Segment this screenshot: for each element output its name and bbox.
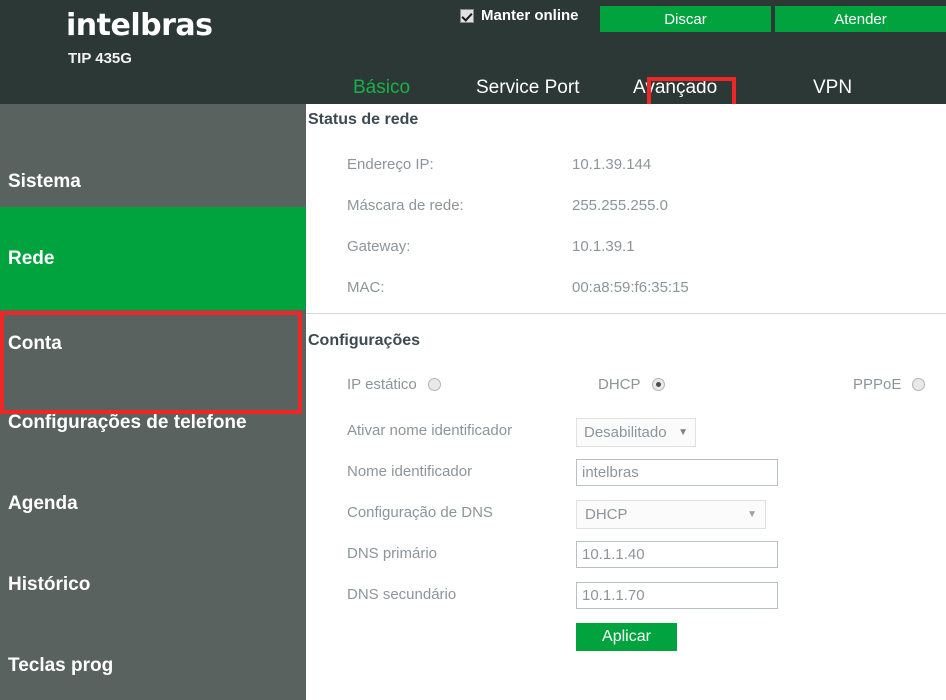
configuracao-de-dns-select[interactable]: DHCP ▼ (576, 500, 766, 529)
top-controls: Manter online Discar Atender (455, 0, 946, 36)
keep-online-label: Manter online (481, 7, 579, 24)
dns-primario-input[interactable] (576, 541, 778, 568)
section-divider (306, 313, 946, 314)
field-row-nome-identificador: Nome identificador (306, 459, 946, 487)
status-row-mac: MAC: 00:a8:59:f6:35:15 (306, 279, 946, 299)
status-value: 10.1.39.144 (572, 156, 652, 173)
radio-label: IP estático (347, 376, 417, 393)
sidebar-item-historico[interactable]: Histórico (0, 561, 306, 609)
router-web-ui: intelbras TIP 435G Manter online Discar … (0, 0, 946, 700)
intelbras-logo: intelbras (66, 8, 213, 43)
tab-service-port[interactable]: Service Port (476, 77, 579, 99)
ativar-nome-identificador-select[interactable]: Desabilitado ▼ (576, 418, 696, 447)
status-label: Máscara de rede: (347, 197, 464, 214)
main-tabs: Básico Service Port Avançado VPN (306, 36, 946, 129)
sidebar-item-configuracoes-de-telefone[interactable]: Configurações de telefone (0, 399, 306, 447)
field-row-configuracao-de-dns: Configuração de DNS DHCP ▼ (306, 500, 946, 529)
chevron-down-icon: ▼ (678, 427, 688, 438)
radio-ip-estatico[interactable]: IP estático (347, 376, 441, 393)
select-value: DHCP (585, 506, 628, 523)
field-label: DNS primário (347, 545, 438, 562)
tab-avancado[interactable]: Avançado (633, 77, 717, 99)
radio-pppoe[interactable]: PPPoE (853, 376, 926, 393)
radio-button-selected-icon[interactable] (651, 378, 665, 391)
device-model-label: TIP 435G (68, 50, 132, 67)
ip-mode-radio-group: IP estático DHCP PPPoE (306, 376, 946, 400)
status-section-title: Status de rede (308, 111, 419, 128)
content-panel: Status de rede Endereço IP: 10.1.39.144 … (306, 104, 946, 700)
config-section-title: Configurações (308, 332, 421, 349)
apply-button[interactable]: Aplicar (576, 623, 677, 651)
sidebar-item-sistema[interactable]: Sistema (0, 158, 306, 206)
tab-vpn[interactable]: VPN (813, 77, 852, 99)
status-row-gateway: Gateway: 10.1.39.1 (306, 238, 946, 258)
field-row-dns-primario: DNS primário (306, 541, 946, 569)
tab-basico[interactable]: Básico (353, 77, 410, 99)
dial-button[interactable]: Discar (600, 6, 771, 32)
field-row-ativar-nome-identificador: Ativar nome identificador Desabilitado ▼ (306, 418, 946, 447)
radio-button-icon[interactable] (427, 378, 441, 391)
field-label: Configuração de DNS (347, 504, 493, 521)
radio-label: PPPoE (853, 376, 902, 393)
nome-identificador-input[interactable] (576, 459, 778, 486)
dns-secundario-input[interactable] (576, 582, 778, 609)
status-label: MAC: (347, 279, 385, 296)
field-label: DNS secundário (347, 586, 457, 603)
sidebar-item-conta[interactable]: Conta (0, 320, 306, 368)
status-value: 00:a8:59:f6:35:15 (572, 279, 689, 296)
checkbox-checked-icon[interactable] (460, 8, 474, 23)
status-label: Endereço IP: (347, 156, 434, 173)
chevron-down-icon: ▼ (747, 509, 757, 520)
field-row-dns-secundario: DNS secundário (306, 582, 946, 610)
sidebar-nav: Sistema Rede Conta Configurações de tele… (0, 104, 306, 700)
status-row-endereco-ip: Endereço IP: 10.1.39.144 (306, 156, 946, 176)
radio-button-icon[interactable] (912, 378, 926, 391)
status-label: Gateway: (347, 238, 411, 255)
status-value: 255.255.255.0 (572, 197, 668, 214)
brand-block: intelbras TIP 435G (0, 0, 306, 104)
header-bar: intelbras TIP 435G Manter online Discar … (0, 0, 946, 129)
select-value: Desabilitado (584, 424, 667, 441)
field-label: Ativar nome identificador (347, 422, 513, 439)
answer-button[interactable]: Atender (775, 6, 946, 32)
field-label: Nome identificador (347, 463, 473, 480)
sidebar-item-teclas-prog[interactable]: Teclas prog (0, 642, 306, 690)
radio-dhcp[interactable]: DHCP (598, 376, 665, 393)
sidebar-item-agenda[interactable]: Agenda (0, 480, 306, 528)
status-row-mascara-de-rede: Máscara de rede: 255.255.255.0 (306, 197, 946, 217)
keep-online-toggle[interactable]: Manter online (460, 7, 579, 24)
radio-label: DHCP (598, 376, 641, 393)
status-value: 10.1.39.1 (572, 238, 635, 255)
sidebar-item-rede[interactable]: Rede (0, 207, 306, 310)
